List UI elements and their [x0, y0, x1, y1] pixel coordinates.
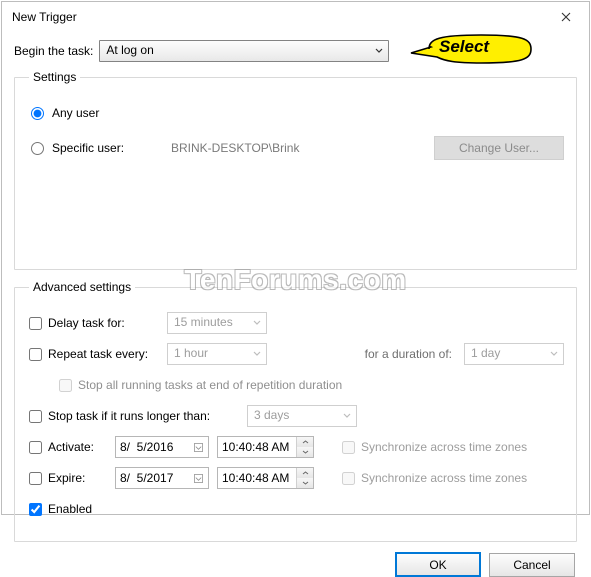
activate-time-input[interactable] [218, 437, 296, 457]
spin-up-button[interactable] [297, 437, 313, 447]
begin-task-row: Begin the task: At log on [14, 40, 577, 62]
expire-time-input[interactable] [218, 468, 296, 488]
close-button[interactable] [543, 2, 589, 32]
enabled-checkbox[interactable] [29, 503, 42, 516]
change-user-button[interactable]: Change User... [434, 136, 564, 160]
stop-if-label: Stop task if it runs longer than: [48, 409, 210, 423]
activate-time-spinner[interactable] [296, 437, 313, 457]
cancel-button[interactable]: Cancel [489, 553, 575, 577]
expire-sync-label: Synchronize across time zones [361, 471, 527, 485]
activate-sync-checkbox[interactable] [342, 441, 355, 454]
repeat-stop-checkbox[interactable] [59, 379, 72, 392]
settings-groupbox: Settings Any user Specific user: BRINK-D… [14, 70, 577, 270]
spin-down-button[interactable] [297, 478, 313, 488]
spin-down-button[interactable] [297, 447, 313, 457]
delay-combo[interactable]: 15 minutes [167, 312, 267, 334]
expire-sync-checkbox[interactable] [342, 472, 355, 485]
specific-user-label: Specific user: [52, 141, 124, 155]
advanced-legend: Advanced settings [29, 280, 135, 294]
expire-time-spinner[interactable] [296, 468, 313, 488]
delay-label: Delay task for: [48, 316, 125, 330]
enabled-label: Enabled [48, 502, 92, 516]
activate-row: Activate: Synchronize across time zones [29, 436, 564, 458]
begin-task-label: Begin the task: [14, 44, 93, 58]
settings-legend: Settings [29, 70, 80, 84]
stop-if-checkbox[interactable] [29, 410, 42, 423]
repeat-every-combo[interactable]: 1 hour [167, 343, 267, 365]
advanced-groupbox: Advanced settings Delay task for: 15 min… [14, 280, 577, 542]
delay-checkbox[interactable] [29, 317, 42, 330]
repeat-checkbox[interactable] [29, 348, 42, 361]
any-user-label: Any user [52, 106, 99, 120]
activate-sync-label: Synchronize across time zones [361, 440, 527, 454]
any-user-row: Any user [31, 106, 564, 120]
delay-row: Delay task for: 15 minutes [29, 312, 564, 334]
activate-date-input[interactable] [116, 437, 188, 457]
duration-label: for a duration of: [365, 347, 452, 361]
specific-user-radio[interactable] [31, 142, 44, 155]
stop-if-combo[interactable]: 3 days [247, 405, 357, 427]
repeat-stop-label: Stop all running tasks at end of repetit… [78, 378, 342, 392]
enabled-row: Enabled [29, 498, 564, 520]
activate-time-picker[interactable] [217, 436, 314, 458]
repeat-label: Repeat task every: [48, 347, 148, 361]
activate-label: Activate: [48, 440, 94, 454]
repeat-row: Repeat task every: 1 hour for a duration… [29, 343, 564, 365]
calendar-dropdown-icon [188, 443, 208, 452]
expire-date-input[interactable] [116, 468, 188, 488]
expire-time-picker[interactable] [217, 467, 314, 489]
dialog-content: Begin the task: At log on Settings Any u… [2, 32, 589, 552]
specific-user-row: Specific user: BRINK-DESKTOP\Brink Chang… [31, 136, 564, 160]
activate-checkbox[interactable] [29, 441, 42, 454]
specific-user-value: BRINK-DESKTOP\Brink [171, 141, 424, 155]
dialog-window: New Trigger Begin the task: At log on Se… [1, 1, 590, 515]
window-title: New Trigger [12, 10, 543, 24]
expire-checkbox[interactable] [29, 472, 42, 485]
close-icon [561, 12, 571, 22]
expire-date-picker[interactable] [115, 467, 209, 489]
repeat-duration-combo[interactable]: 1 day [464, 343, 564, 365]
titlebar: New Trigger [2, 2, 589, 32]
dialog-footer: OK Cancel [2, 552, 589, 577]
expire-label: Expire: [48, 471, 85, 485]
ok-button[interactable]: OK [395, 552, 481, 577]
repeat-stop-row: Stop all running tasks at end of repetit… [29, 374, 564, 396]
expire-row: Expire: Synchronize across time zones [29, 467, 564, 489]
begin-task-select-value: At log on [99, 40, 389, 62]
stop-if-row: Stop task if it runs longer than: 3 days [29, 405, 564, 427]
spin-up-button[interactable] [297, 468, 313, 478]
any-user-radio[interactable] [31, 107, 44, 120]
activate-date-picker[interactable] [115, 436, 209, 458]
calendar-dropdown-icon [188, 474, 208, 483]
begin-task-select[interactable]: At log on [99, 40, 389, 62]
